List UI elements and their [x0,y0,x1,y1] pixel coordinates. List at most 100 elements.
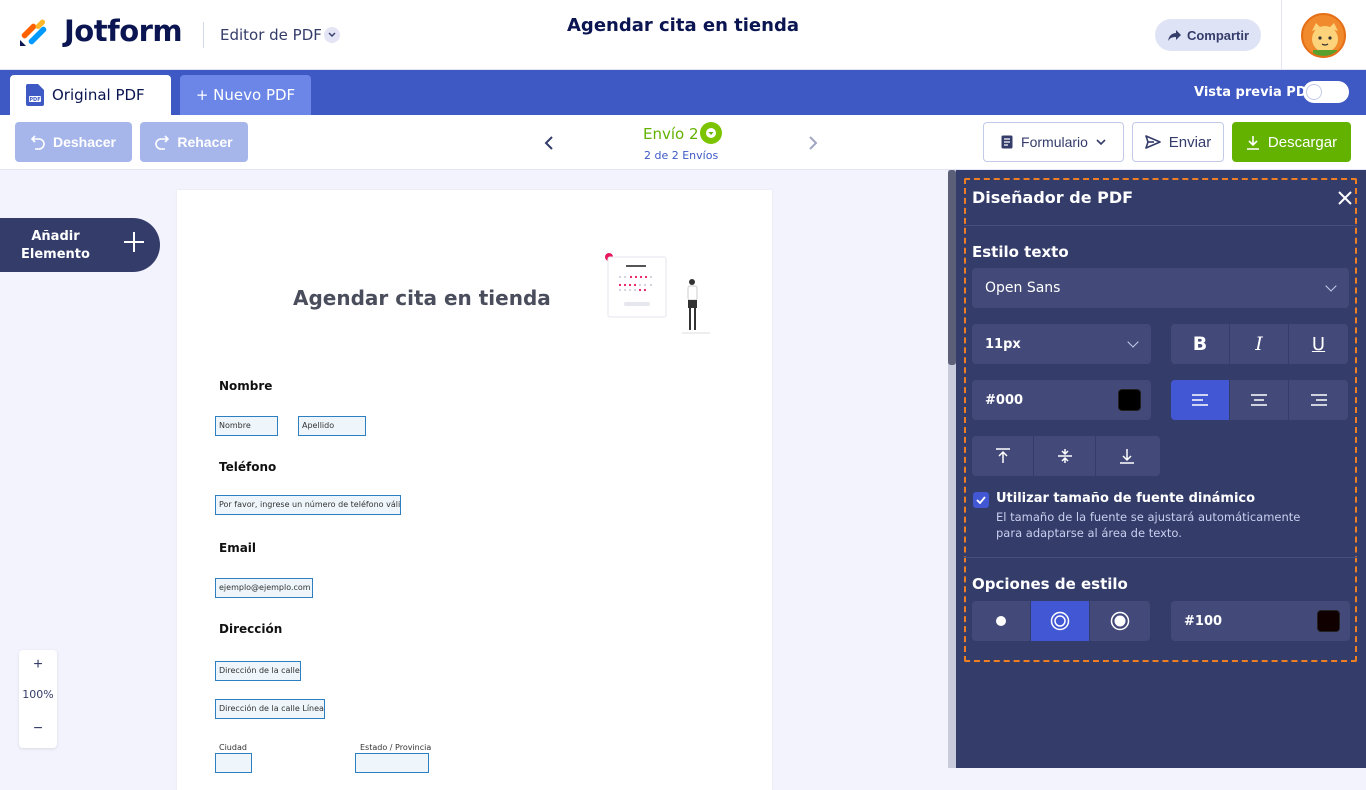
undo-button[interactable]: Deshacer [15,122,132,162]
text-color-swatch[interactable] [1118,389,1141,411]
align-left-icon[interactable] [1171,380,1230,420]
text-style-heading: Estilo texto [972,243,1069,261]
text-color-input[interactable]: #000 [972,380,1151,420]
text-format-group: B I U [1171,324,1348,364]
canvas-scrollbar[interactable] [948,170,956,768]
share-label: Compartir [1186,27,1250,43]
zoom-out-button[interactable]: − [19,714,57,744]
zoom-in-button[interactable]: + [19,650,57,680]
text-color-value: #000 [985,392,1024,408]
pdf-field-city[interactable] [215,753,252,773]
dynamic-font-description: El tamaño de la fuente se ajustará autom… [996,510,1301,540]
text-align-group [1171,380,1348,420]
dynamic-font-checkbox[interactable] [973,492,989,508]
align-center-icon[interactable] [1230,380,1289,420]
tab-original-pdf[interactable]: PDF Original PDF [10,75,171,115]
pdf-preview-label: Vista previa PDF [1194,85,1316,100]
option-color-input[interactable]: #100 [1171,601,1350,641]
zoom-control: + 100% − [19,650,57,748]
font-size-value: 11px [985,336,1021,352]
font-size-select[interactable]: 11px [972,324,1151,364]
pdf-canvas: Añadir Elemento Agendar cita en tienda N… [0,170,956,790]
chevron-left-icon[interactable] [544,135,554,155]
chevron-down-icon [1127,336,1139,348]
align-top-icon[interactable] [972,436,1034,476]
pdf-page-title[interactable]: Agendar cita en tienda [293,286,551,310]
check-icon [976,496,986,504]
pdf-field-street[interactable]: Dirección de la calle [215,661,301,681]
redo-label: Rehacer [177,134,233,150]
download-label: Descargar [1267,133,1338,151]
close-icon[interactable] [1334,187,1356,209]
form-label: Formulario [1021,134,1088,150]
vertical-align-group [972,436,1160,476]
pdf-label-name[interactable]: Nombre [219,379,272,393]
filled-ring-icon[interactable] [1090,601,1149,641]
undo-icon [30,135,45,150]
submission-count: 2 de 2 Envíos [644,149,719,162]
chevron-down-icon [1096,138,1106,145]
toggle-knob [1306,84,1322,100]
chevron-down-icon [1325,280,1337,292]
align-right-icon[interactable] [1289,380,1348,420]
pdf-label-address[interactable]: Dirección [219,622,282,636]
scrollbar-thumb[interactable] [948,170,956,365]
send-button[interactable]: Enviar [1132,122,1224,162]
chevron-right-icon[interactable] [808,135,818,155]
option-color-swatch[interactable] [1317,610,1340,632]
italic-icon[interactable]: I [1230,324,1289,364]
underline-icon[interactable]: U [1289,324,1348,364]
align-bottom-icon[interactable] [1096,436,1158,476]
bold-icon[interactable]: B [1171,324,1230,364]
pdf-field-street2[interactable]: Dirección de la calle Línea 2 [215,699,325,719]
form-doc-icon [1001,135,1013,149]
pdf-field-state[interactable] [355,753,429,773]
panel-title: Diseñador de PDF [972,188,1134,207]
pdf-file-icon: PDF [26,84,44,106]
pdf-label-phone[interactable]: Teléfono [219,460,276,474]
undo-label: Deshacer [52,134,117,150]
download-icon [1246,135,1259,150]
tab-new-pdf[interactable]: + Nuevo PDF [180,75,311,115]
add-element-button[interactable]: Añadir Elemento [0,218,160,272]
option-color-value: #100 [1184,613,1223,629]
avatar[interactable] [1301,13,1346,58]
avatar-icon [1312,23,1338,56]
style-options-group [972,601,1150,641]
font-family-select[interactable]: Open Sans [972,268,1349,308]
form-dropdown-button[interactable]: Formulario [983,122,1124,162]
panel-divider [964,557,1357,558]
zoom-level: 100% [22,688,54,701]
check-down-icon[interactable] [700,122,722,144]
editor-toolbar: Deshacer Rehacer Envío 2 2 de 2 Envíos F… [0,115,1366,170]
pdf-field-phone[interactable]: Por favor, ingrese un número de teléfono… [215,495,401,515]
align-middle-icon[interactable] [1034,436,1096,476]
dynamic-font-label[interactable]: Utilizar tamaño de fuente dinámico [996,491,1255,506]
send-icon [1144,135,1161,149]
app-header: Jotform Editor de PDF Agendar cita en ti… [0,0,1366,70]
redo-button[interactable]: Rehacer [140,122,248,162]
pdf-field-first-name[interactable]: Nombre [215,416,278,436]
redo-icon [155,135,170,150]
pdf-preview-toggle[interactable] [1303,81,1349,103]
add-element-label: Añadir Elemento [21,229,90,262]
pdf-page[interactable]: Agendar cita en tienda Nombre Nombre Ape… [177,190,772,790]
pdf-field-email[interactable]: ejemplo@ejemplo.com [215,578,313,598]
svg-text:PDF: PDF [29,97,40,103]
header-vertical-divider [1281,0,1282,70]
pdf-tab-bar: PDF Original PDF + Nuevo PDF Vista previ… [0,70,1366,115]
pdf-sublabel-state[interactable]: Estado / Provincia [360,743,431,752]
submission-title[interactable]: Envío 2 [643,125,699,143]
plus-icon [123,229,145,259]
pdf-field-last-name[interactable]: Apellido [298,416,366,436]
pdf-sublabel-city[interactable]: Ciudad [219,743,247,752]
share-arrow-icon [1167,29,1181,41]
style-options-heading: Opciones de estilo [972,575,1128,593]
download-button[interactable]: Descargar [1232,122,1351,162]
pdf-label-email[interactable]: Email [219,541,256,555]
share-button[interactable]: Compartir [1155,19,1261,51]
tab-original-label: Original PDF [52,86,145,104]
panel-divider [964,225,1357,226]
ring-icon[interactable] [1031,601,1090,641]
dot-icon[interactable] [972,601,1031,641]
